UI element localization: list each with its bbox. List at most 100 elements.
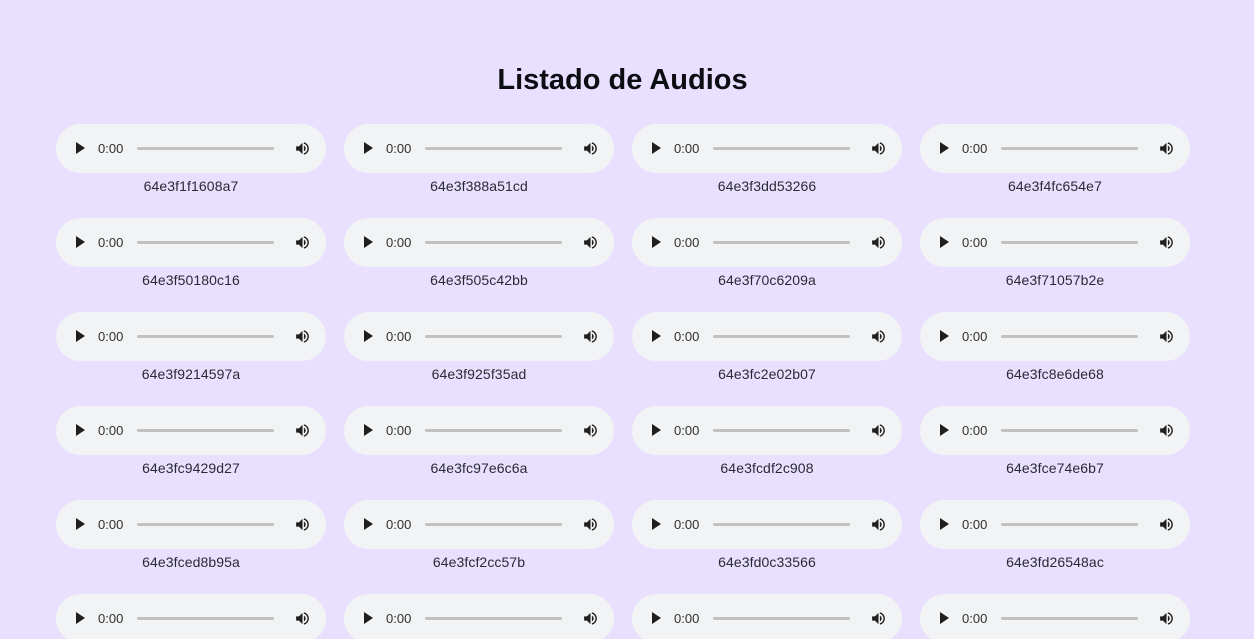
volume-icon[interactable] xyxy=(294,234,311,251)
progress-slider[interactable] xyxy=(425,335,562,338)
play-icon[interactable] xyxy=(76,612,85,624)
play-icon[interactable] xyxy=(364,236,373,248)
progress-slider[interactable] xyxy=(713,147,850,150)
play-icon[interactable] xyxy=(364,142,373,154)
audio-player[interactable]: 0:00 xyxy=(920,124,1190,173)
progress-slider[interactable] xyxy=(425,617,562,620)
current-time: 0:00 xyxy=(962,329,988,344)
progress-slider[interactable] xyxy=(137,617,274,620)
audio-player[interactable]: 0:00 xyxy=(632,406,902,455)
audio-player[interactable]: 0:00 xyxy=(344,124,614,173)
play-icon[interactable] xyxy=(652,236,661,248)
volume-icon[interactable] xyxy=(870,610,887,627)
progress-slider[interactable] xyxy=(1001,523,1138,526)
volume-icon[interactable] xyxy=(582,328,599,345)
progress-slider[interactable] xyxy=(713,429,850,432)
audio-player[interactable]: 0:00 xyxy=(920,406,1190,455)
play-icon[interactable] xyxy=(76,518,85,530)
play-icon[interactable] xyxy=(364,424,373,436)
play-icon[interactable] xyxy=(940,330,949,342)
audio-player[interactable]: 0:00 xyxy=(632,218,902,267)
volume-icon[interactable] xyxy=(294,516,311,533)
audio-player[interactable]: 0:00 xyxy=(344,218,614,267)
audio-player[interactable]: 0:00 xyxy=(56,218,326,267)
volume-icon[interactable] xyxy=(1158,516,1175,533)
audio-player[interactable]: 0:00 xyxy=(344,594,614,639)
audio-player[interactable]: 0:00 xyxy=(920,312,1190,361)
audio-player[interactable]: 0:00 xyxy=(56,406,326,455)
progress-slider[interactable] xyxy=(137,335,274,338)
audio-player[interactable]: 0:00 xyxy=(56,594,326,639)
audio-player[interactable]: 0:00 xyxy=(56,312,326,361)
audio-player[interactable]: 0:00 xyxy=(920,218,1190,267)
audio-player[interactable]: 0:00 xyxy=(920,500,1190,549)
progress-slider[interactable] xyxy=(137,429,274,432)
play-icon[interactable] xyxy=(652,612,661,624)
audio-player[interactable]: 0:00 xyxy=(56,500,326,549)
play-icon[interactable] xyxy=(940,612,949,624)
progress-slider[interactable] xyxy=(713,335,850,338)
audio-player[interactable]: 0:00 xyxy=(632,594,902,639)
play-icon[interactable] xyxy=(76,330,85,342)
volume-icon[interactable] xyxy=(870,140,887,157)
play-icon[interactable] xyxy=(364,518,373,530)
progress-slider[interactable] xyxy=(1001,617,1138,620)
play-icon[interactable] xyxy=(940,142,949,154)
progress-slider[interactable] xyxy=(713,617,850,620)
current-time: 0:00 xyxy=(98,329,124,344)
volume-icon[interactable] xyxy=(870,516,887,533)
play-icon[interactable] xyxy=(652,424,661,436)
audio-player[interactable]: 0:00 xyxy=(920,594,1190,639)
progress-slider[interactable] xyxy=(425,147,562,150)
progress-slider[interactable] xyxy=(1001,335,1138,338)
volume-icon[interactable] xyxy=(1158,610,1175,627)
play-icon[interactable] xyxy=(364,330,373,342)
play-icon[interactable] xyxy=(652,330,661,342)
progress-slider[interactable] xyxy=(713,241,850,244)
play-icon[interactable] xyxy=(76,142,85,154)
volume-icon[interactable] xyxy=(582,610,599,627)
progress-slider[interactable] xyxy=(1001,241,1138,244)
volume-icon[interactable] xyxy=(870,328,887,345)
volume-icon[interactable] xyxy=(870,422,887,439)
volume-icon[interactable] xyxy=(870,234,887,251)
play-icon[interactable] xyxy=(940,424,949,436)
progress-slider[interactable] xyxy=(1001,429,1138,432)
volume-icon[interactable] xyxy=(1158,328,1175,345)
audio-player[interactable]: 0:00 xyxy=(344,312,614,361)
volume-icon[interactable] xyxy=(294,422,311,439)
page-title: Listado de Audios xyxy=(497,64,748,96)
volume-icon[interactable] xyxy=(582,422,599,439)
volume-icon[interactable] xyxy=(294,328,311,345)
progress-slider[interactable] xyxy=(425,523,562,526)
volume-icon[interactable] xyxy=(582,516,599,533)
progress-slider[interactable] xyxy=(137,523,274,526)
audio-player[interactable]: 0:00 xyxy=(56,124,326,173)
play-icon[interactable] xyxy=(940,236,949,248)
audio-player[interactable]: 0:00 xyxy=(632,124,902,173)
play-icon[interactable] xyxy=(364,612,373,624)
audio-player[interactable]: 0:00 xyxy=(632,312,902,361)
volume-icon[interactable] xyxy=(1158,234,1175,251)
play-icon[interactable] xyxy=(76,424,85,436)
play-icon[interactable] xyxy=(652,142,661,154)
audio-player[interactable]: 0:00 xyxy=(344,500,614,549)
volume-icon[interactable] xyxy=(582,140,599,157)
progress-slider[interactable] xyxy=(425,241,562,244)
play-icon[interactable] xyxy=(940,518,949,530)
progress-slider[interactable] xyxy=(1001,147,1138,150)
volume-icon[interactable] xyxy=(294,610,311,627)
progress-slider[interactable] xyxy=(425,429,562,432)
play-icon[interactable] xyxy=(76,236,85,248)
progress-slider[interactable] xyxy=(713,523,850,526)
audio-player[interactable]: 0:00 xyxy=(632,500,902,549)
volume-icon[interactable] xyxy=(582,234,599,251)
progress-slider[interactable] xyxy=(137,147,274,150)
play-icon[interactable] xyxy=(652,518,661,530)
progress-slider[interactable] xyxy=(137,241,274,244)
current-time: 0:00 xyxy=(962,423,988,438)
audio-player[interactable]: 0:00 xyxy=(344,406,614,455)
volume-icon[interactable] xyxy=(1158,422,1175,439)
volume-icon[interactable] xyxy=(294,140,311,157)
volume-icon[interactable] xyxy=(1158,140,1175,157)
